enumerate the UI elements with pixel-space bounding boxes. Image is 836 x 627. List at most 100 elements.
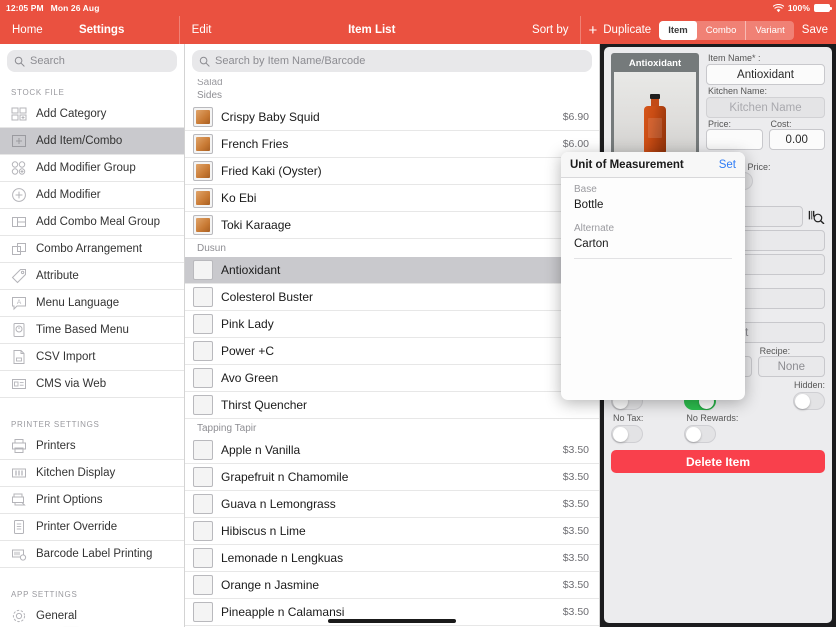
item-search-input[interactable]: Search by Item Name/Barcode — [192, 50, 592, 72]
sidebar-label: Attribute — [36, 270, 79, 282]
segment-item[interactable]: Item — [659, 20, 697, 40]
item-thumbnail — [193, 215, 213, 235]
sidebar-search-input[interactable]: Search — [7, 50, 177, 72]
sidebar-section-header-printer-settings: PRINTER SETTINGS — [0, 411, 184, 433]
sidebar-label: CMS via Web — [36, 378, 107, 390]
segment-variant[interactable]: Variant — [746, 21, 793, 40]
table-row[interactable]: Pink Lady — [185, 311, 599, 338]
sidebar-item-time-based-menu[interactable]: Time Based Menu — [0, 317, 184, 344]
category-header-sides: Sides — [185, 86, 599, 104]
app-root: 12:05 PM Mon 26 Aug 100% Home Settings E… — [0, 0, 836, 627]
base-unit-value[interactable]: Bottle — [561, 197, 745, 217]
hidden-toggle[interactable] — [792, 392, 825, 410]
battery-icon — [814, 4, 832, 12]
sidebar-label: Barcode Label Printing — [36, 548, 153, 560]
duplicate-button[interactable]: Duplicate — [603, 24, 651, 36]
sidebar-scroll[interactable]: STOCK FILE Add Category Add Item/Combo A… — [0, 79, 184, 627]
sidebar-item-general[interactable]: General — [0, 603, 184, 627]
kitchen-display-icon — [12, 468, 26, 478]
combo-arrangement-icon — [12, 243, 26, 255]
print-options-icon — [12, 493, 26, 506]
cost-input[interactable]: 0.00 — [768, 129, 825, 150]
price-input[interactable] — [706, 129, 763, 150]
sidebar-item-barcode-label-printing[interactable]: Barcode Label Printing — [0, 541, 184, 568]
item-thumbnail — [193, 107, 213, 127]
popover-header: Unit of Measurement Set — [561, 152, 745, 178]
home-button[interactable]: Home — [12, 24, 43, 36]
sidebar-item-csv-import[interactable]: CSV Import — [0, 344, 184, 371]
recipe-select[interactable]: None — [757, 356, 825, 377]
sidebar-divider — [0, 398, 184, 411]
add-category-icon — [11, 107, 27, 121]
search-icon — [14, 56, 25, 67]
sidebar-navbar: Home Settings — [0, 16, 180, 44]
plus-icon[interactable]: + — [588, 23, 597, 38]
barcode-scan-icon[interactable] — [808, 209, 825, 225]
sidebar-item-add-modifier-group[interactable]: Add Modifier Group — [0, 155, 184, 182]
alternate-unit-value[interactable]: Carton — [561, 236, 745, 256]
sidebar-item-print-options[interactable]: Print Options — [0, 487, 184, 514]
item-type-segmented-control[interactable]: Item Combo Variant — [659, 20, 794, 40]
item-list-scroll[interactable]: Salad Sides Crispy Baby Squid $6.90 Fren… — [185, 79, 599, 627]
cost-label: Cost: — [770, 119, 792, 129]
item-image-box[interactable]: Antioxidant — [611, 53, 699, 159]
no-rewards-toggle[interactable] — [684, 425, 717, 443]
gear-icon — [12, 609, 26, 623]
sidebar-item-add-category[interactable]: Add Category — [0, 101, 184, 128]
sidebar-item-attribute[interactable]: Attribute — [0, 263, 184, 290]
sidebar-item-add-item-combo[interactable]: Add Item/Combo — [0, 128, 184, 155]
segment-combo[interactable]: Combo — [697, 20, 747, 40]
sort-by-button[interactable]: Sort by — [532, 24, 568, 36]
table-row[interactable]: Grapefruit n Chamomile $3.50 — [185, 464, 599, 491]
svg-text:A: A — [17, 299, 22, 306]
sidebar-item-add-combo-meal-group[interactable]: Add Combo Meal Group — [0, 209, 184, 236]
item-name: Lemonade n Lengkuas — [221, 551, 344, 565]
status-bar: 12:05 PM Mon 26 Aug 100% — [0, 0, 836, 16]
table-row[interactable]: Crispy Baby Squid $6.90 — [185, 104, 599, 131]
table-row[interactable]: Thirst Quencher — [185, 392, 599, 419]
table-row[interactable]: French Fries $6.00 — [185, 131, 599, 158]
no-rewards-label: No Rewards: — [686, 413, 739, 423]
partial-category-header: Salad — [197, 79, 223, 86]
sidebar-label: Menu Language — [36, 297, 120, 309]
item-name: Fried Kaki (Oyster) — [221, 164, 322, 178]
table-row[interactable]: Orange n Jasmine $3.50 — [185, 572, 599, 599]
delete-item-button[interactable]: Delete Item — [611, 450, 825, 473]
table-row[interactable]: Fried Kaki (Oyster) — [185, 158, 599, 185]
item-name-input[interactable]: Antioxidant — [706, 64, 825, 85]
sidebar-label: Time Based Menu — [36, 324, 129, 336]
table-row[interactable]: Guava n Lemongrass $3.50 — [185, 491, 599, 518]
category-header-dusun: Dusun — [185, 239, 599, 257]
language-icon: A — [12, 297, 26, 311]
item-thumbnail — [193, 134, 213, 154]
table-row[interactable]: Ko Ebi — [185, 185, 599, 212]
table-row[interactable]: Antioxidant — [185, 257, 599, 284]
sidebar-item-add-modifier[interactable]: Add Modifier — [0, 182, 184, 209]
printer-override-icon — [14, 520, 24, 534]
sidebar-search-placeholder: Search — [30, 55, 65, 67]
table-row[interactable]: Apple n Vanilla $3.50 — [185, 437, 599, 464]
table-row[interactable]: Hibiscus n Lime $3.50 — [185, 518, 599, 545]
sidebar-item-printer-override[interactable]: Printer Override — [0, 514, 184, 541]
table-row[interactable]: Toki Karaage — [185, 212, 599, 239]
table-row[interactable]: Avo Green — [185, 365, 599, 392]
item-thumbnail — [193, 440, 213, 460]
table-row[interactable]: Lemonade n Lengkuas $3.50 — [185, 545, 599, 572]
edit-button[interactable]: Edit — [192, 24, 212, 36]
sidebar-item-kitchen-display[interactable]: Kitchen Display — [0, 460, 184, 487]
sidebar-label: Combo Arrangement — [36, 243, 143, 255]
table-row[interactable]: Power +C — [185, 338, 599, 365]
sidebar-item-printers[interactable]: Printers — [0, 433, 184, 460]
detail-navbar: + Duplicate Item Combo Variant Save — [581, 16, 836, 44]
save-button[interactable]: Save — [802, 24, 828, 36]
set-button[interactable]: Set — [719, 159, 736, 171]
kitchen-name-input[interactable]: Kitchen Name — [706, 97, 825, 118]
sidebar-item-menu-language[interactable]: A Menu Language — [0, 290, 184, 317]
table-row[interactable]: Colesterol Buster — [185, 284, 599, 311]
sidebar-item-cms-via-web[interactable]: CMS via Web — [0, 371, 184, 398]
price-cost-row: Price: Cost: 0.00 — [706, 119, 825, 150]
sidebar-item-combo-arrangement[interactable]: Combo Arrangement — [0, 236, 184, 263]
add-item-combo-icon — [12, 135, 26, 147]
no-tax-toggle[interactable] — [611, 425, 643, 443]
item-name: Guava n Lemongrass — [221, 497, 336, 511]
